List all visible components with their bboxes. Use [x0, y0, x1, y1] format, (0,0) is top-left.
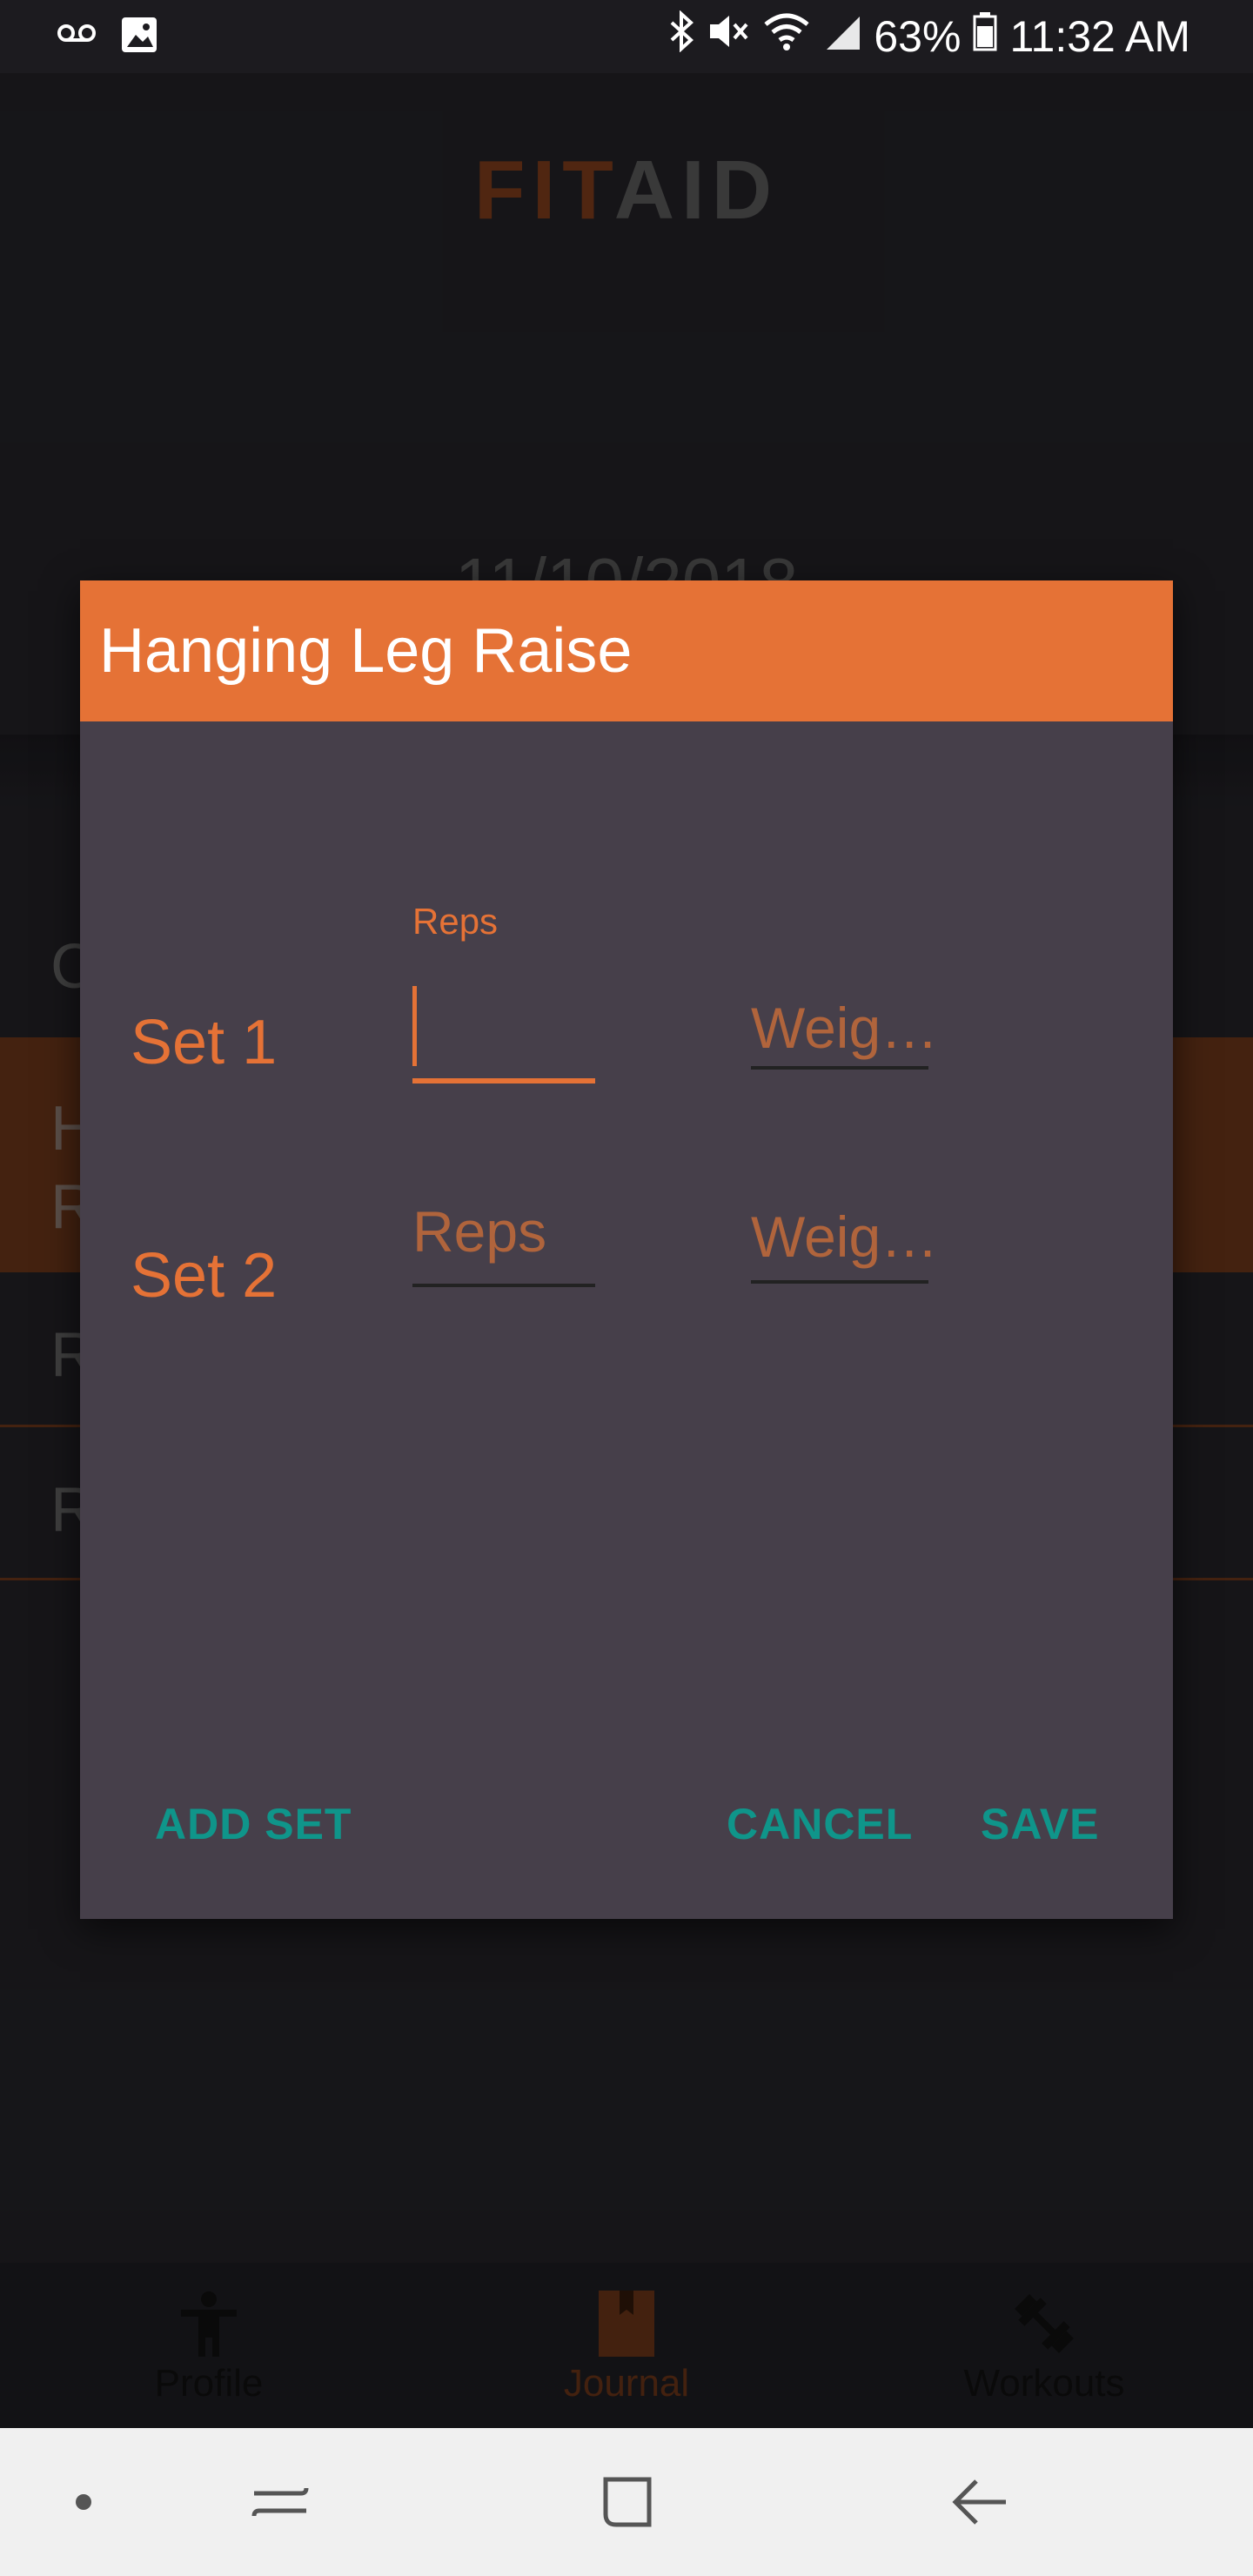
bluetooth-icon: [668, 10, 694, 63]
text-cursor: [412, 986, 417, 1066]
recent-apps-icon[interactable]: [245, 2467, 315, 2537]
wifi-icon: [762, 10, 811, 63]
dialog-header: Hanging Leg Raise: [80, 580, 1173, 721]
dialog-title: Hanging Leg Raise: [99, 616, 633, 686]
weight-placeholder: Weig…: [751, 996, 939, 1060]
signal-icon: [823, 11, 861, 62]
dot-icon[interactable]: [49, 2467, 118, 2537]
set-2-reps-input[interactable]: Reps: [412, 1198, 595, 1296]
image-icon: [120, 16, 158, 58]
status-bar: 63% 11:32 AM: [0, 0, 1253, 73]
clock: 11:32 AM: [1009, 12, 1190, 61]
battery-icon: [973, 10, 997, 63]
set-1-weight-input[interactable]: Weig…: [751, 995, 938, 1070]
system-navigation-bar: [0, 2428, 1253, 2576]
back-icon[interactable]: [945, 2467, 1015, 2537]
home-icon[interactable]: [593, 2467, 663, 2537]
save-button[interactable]: SAVE: [981, 1799, 1099, 1849]
set-2-weight-input[interactable]: Weig…: [751, 1204, 938, 1284]
set-entry-dialog: Hanging Leg Raise Set 1 Reps Weig… Set 2…: [80, 580, 1173, 1919]
set-2-label: Set 2: [131, 1241, 278, 1311]
reps-floating-label: Reps: [412, 901, 499, 942]
add-set-button[interactable]: ADD SET: [155, 1799, 352, 1849]
mute-icon: [707, 10, 750, 63]
set-1-label: Set 1: [131, 1008, 278, 1077]
set-1-reps-input[interactable]: Reps: [412, 901, 595, 1083]
weight-placeholder: Weig…: [751, 1204, 939, 1269]
battery-percent: 63%: [874, 12, 962, 61]
voicemail-icon: [56, 16, 97, 58]
reps-placeholder: Reps: [412, 1199, 547, 1264]
cancel-button[interactable]: CANCEL: [727, 1799, 913, 1849]
